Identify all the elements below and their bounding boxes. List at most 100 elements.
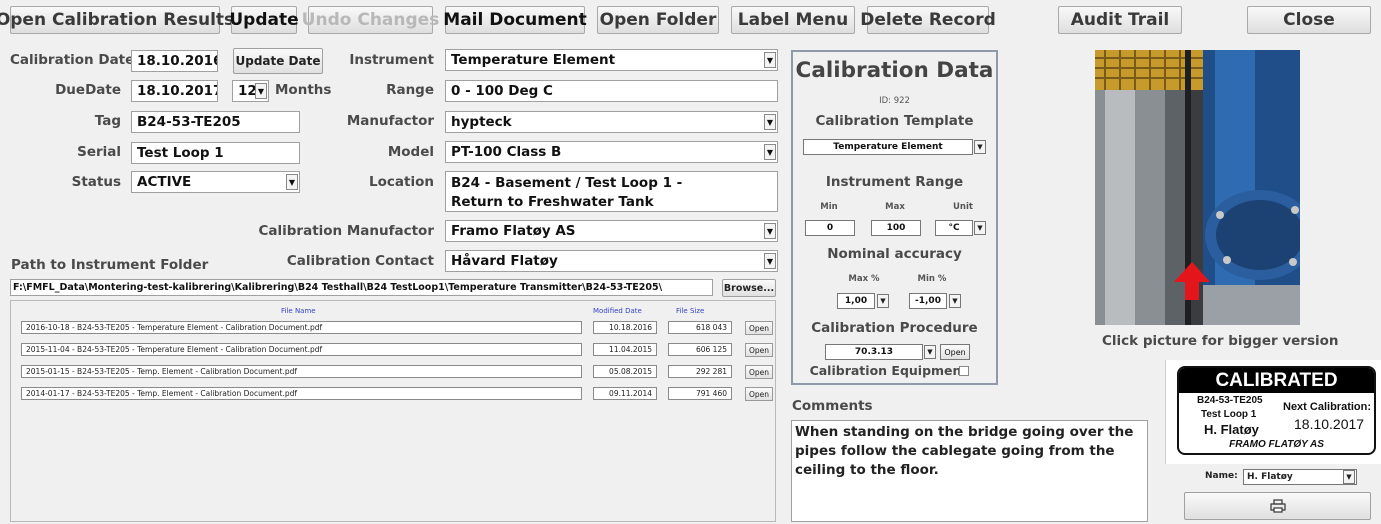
chevron-down-icon[interactable]: ▼ (764, 114, 776, 130)
range-label: Range (386, 82, 434, 98)
browse-button[interactable]: Browse... (722, 279, 776, 297)
comments-field[interactable]: When standing on the bridge going over t… (791, 420, 1148, 522)
chevron-down-icon[interactable]: ▼ (877, 294, 889, 308)
instrument-range-label: Instrument Range (825, 174, 964, 190)
calibration-procedure-label: Calibration Procedure (811, 320, 978, 336)
photo-caption: Click picture for bigger version (1102, 333, 1339, 349)
delete-record-button[interactable]: Delete Record (860, 6, 996, 34)
instrument-photo-image (1095, 50, 1300, 325)
calibration-manufactor-select[interactable]: Framo Flatøy AS ▼ (445, 220, 778, 242)
audit-trail-button[interactable]: Audit Trail (1058, 6, 1182, 34)
file-size-cell: 606 125 (668, 343, 732, 356)
file-size-cell: 618 043 (668, 321, 732, 334)
instrument-value: Temperature Element (451, 52, 616, 68)
due-date-label: DueDate (55, 82, 121, 98)
calibration-contact-value: Håvard Flatøy (451, 253, 558, 269)
mail-document-button[interactable]: Mail Document (443, 6, 587, 34)
file-size-cell: 791 460 (668, 387, 732, 400)
serial-label: Serial (77, 144, 121, 160)
modified-date-cell: 10.18.2016 (593, 321, 657, 334)
open-file-button[interactable]: Open (745, 343, 773, 357)
label-next-calibration-text: Next Calibration: (1283, 401, 1372, 413)
chevron-down-icon[interactable]: ▼ (974, 221, 986, 235)
calibration-date-label: Calibration Date (10, 52, 135, 68)
serial-field[interactable]: Test Loop 1 (131, 142, 300, 164)
record-id: ID: 922 (879, 96, 910, 106)
unit-select[interactable]: °C (935, 220, 973, 236)
months-value: 12 (238, 83, 257, 99)
printer-icon (1269, 499, 1286, 513)
calibration-manufactor-label: Calibration Manufactor (258, 223, 434, 239)
calibration-equipment-checkbox[interactable] (959, 366, 969, 376)
label-next-date: 18.10.2017 (1294, 416, 1365, 432)
undo-changes-button[interactable]: Undo Changes (302, 6, 439, 34)
chevron-down-icon[interactable]: ▼ (255, 83, 267, 99)
file-name-header: File Name (281, 307, 316, 315)
calibration-manufactor-value: Framo Flatøy AS (451, 223, 576, 239)
model-select[interactable]: PT-100 Class B ▼ (445, 141, 778, 163)
modified-date-header: Modified Date (593, 307, 642, 315)
file-name-cell[interactable]: 2014-01-17 - B24-53-TE205 - Temp. Elemen… (21, 387, 582, 400)
due-date-field[interactable]: 18.10.2017 (131, 80, 218, 102)
location-field[interactable]: B24 - Basement / Test Loop 1 - Return to… (445, 171, 778, 212)
label-company: FRAMO FLATØY AS (1229, 439, 1324, 450)
min-percent-label: Min % (917, 274, 947, 284)
months-select[interactable]: 12 ▼ (232, 80, 269, 102)
calibration-contact-label: Calibration Contact (286, 253, 434, 269)
file-list: File Name Modified Date File Size 2016-1… (10, 300, 776, 522)
unit-label: Unit (953, 202, 973, 212)
name-select[interactable]: H. Flatøy ▼ (1243, 469, 1357, 485)
chevron-down-icon[interactable]: ▼ (949, 294, 961, 308)
calibration-contact-select[interactable]: Håvard Flatøy ▼ (445, 250, 778, 272)
calibration-template-select[interactable]: Temperature Element (803, 139, 973, 155)
chevron-down-icon[interactable]: ▼ (924, 345, 936, 359)
chevron-down-icon[interactable]: ▼ (974, 140, 986, 154)
min-percent-select[interactable]: -1,00 (909, 293, 947, 309)
chevron-down-icon[interactable]: ▼ (764, 52, 776, 68)
range-min-field[interactable]: 0 (805, 220, 855, 236)
print-button[interactable] (1184, 492, 1371, 520)
chevron-down-icon[interactable]: ▼ (764, 223, 776, 239)
instrument-select[interactable]: Temperature Element ▼ (445, 49, 778, 71)
open-folder-button[interactable]: Open Folder (597, 6, 719, 34)
calibration-data-title: Calibration Data (795, 58, 994, 83)
chevron-down-icon[interactable]: ▼ (1343, 470, 1355, 484)
calibration-procedure-select[interactable]: 70.3.13 (825, 344, 923, 360)
status-value: ACTIVE (137, 174, 192, 190)
open-calibration-results-button[interactable]: Open Calibration Results (0, 6, 234, 34)
update-button[interactable]: Update (229, 6, 299, 34)
name-value: H. Flatøy (1247, 472, 1293, 482)
file-name-cell[interactable]: 2016-10-18 - B24-53-TE205 - Temperature … (21, 321, 582, 334)
calibrated-label: CALIBRATED B24-53-TE205 Test Loop 1 H. F… (1177, 366, 1376, 455)
label-menu-button[interactable]: Label Menu (731, 6, 855, 34)
label-tag: B24-53-TE205 (1197, 395, 1263, 406)
open-file-button[interactable]: Open (745, 365, 773, 379)
path-label: Path to Instrument Folder (11, 257, 209, 273)
instrument-photo[interactable] (1095, 50, 1300, 325)
chevron-down-icon[interactable]: ▼ (764, 253, 776, 269)
max-percent-select[interactable]: 1,00 (837, 293, 875, 309)
status-select[interactable]: ACTIVE ▼ (131, 171, 300, 193)
tag-field[interactable]: B24-53-TE205 (131, 111, 300, 133)
manufactor-label: Manufactor (346, 113, 434, 129)
model-label: Model (387, 144, 434, 160)
calibrated-header: CALIBRATED (1179, 368, 1374, 393)
tag-label: Tag (94, 113, 121, 129)
path-field[interactable]: F:\FMFL_Data\Montering-test-kalibrering\… (10, 279, 713, 296)
file-name-cell[interactable]: 2015-11-04 - B24-53-TE205 - Temperature … (21, 343, 582, 356)
modified-date-cell: 09.11.2014 (593, 387, 657, 400)
procedure-open-button[interactable]: Open (940, 344, 970, 360)
close-button[interactable]: Close (1247, 6, 1371, 34)
range-max-field[interactable]: 100 (871, 220, 921, 236)
instrument-label: Instrument (349, 52, 434, 68)
file-name-cell[interactable]: 2015-01-15 - B24-53-TE205 - Temp. Elemen… (21, 365, 582, 378)
calibration-date-field[interactable]: 18.10.2016 (131, 50, 218, 72)
calibration-template-label: Calibration Template (815, 113, 974, 129)
range-field[interactable]: 0 - 100 Deg C (445, 80, 778, 102)
chevron-down-icon[interactable]: ▼ (764, 144, 776, 160)
status-label: Status (71, 174, 121, 190)
open-file-button[interactable]: Open (745, 321, 773, 335)
open-file-button[interactable]: Open (745, 387, 773, 401)
manufactor-select[interactable]: hypteck ▼ (445, 111, 778, 133)
chevron-down-icon[interactable]: ▼ (286, 174, 298, 190)
